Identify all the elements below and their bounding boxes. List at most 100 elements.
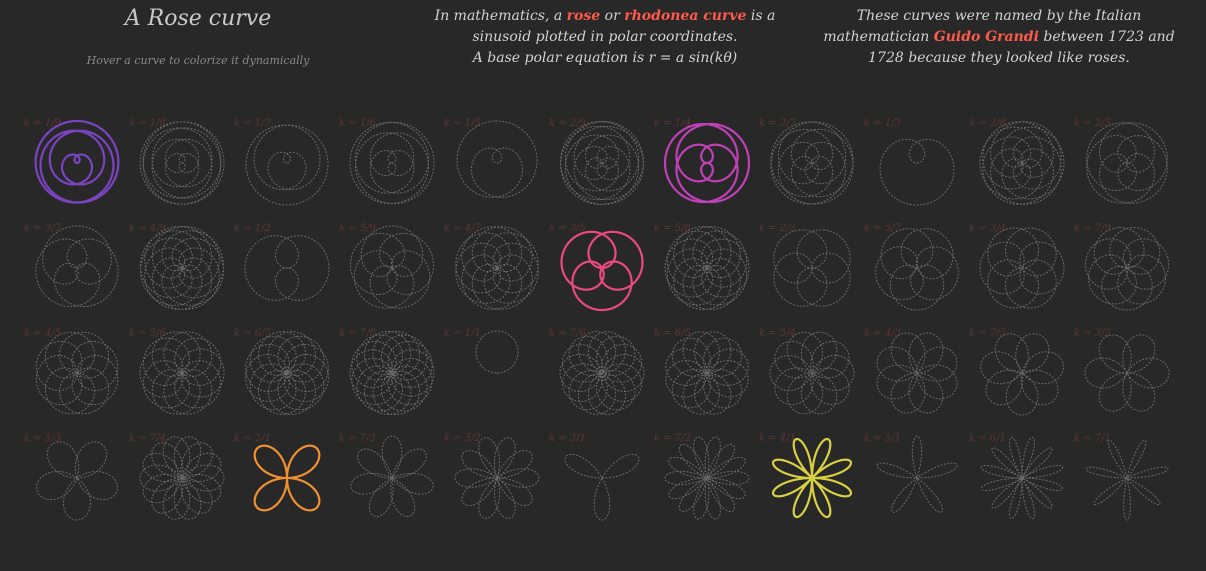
rose-curve-path[interactable]	[35, 225, 119, 307]
rose-curve-path[interactable]	[349, 225, 435, 309]
rose-curve-cell[interactable]: k = 6/1	[969, 433, 1064, 520]
rose-curve-cell[interactable]: k = 1/8	[129, 118, 225, 205]
rose-curve-path[interactable]	[1085, 439, 1169, 521]
rose-curve-cell[interactable]: k = 3/2	[1074, 328, 1170, 412]
rose-curve-cell[interactable]: k = 2/3	[759, 223, 851, 307]
k-label: k = 1/3	[864, 118, 901, 129]
rose-curve-cell[interactable]: k = 5/3	[24, 433, 118, 521]
rose-curve-path[interactable]	[559, 331, 645, 415]
rose-curve-cell[interactable]: k = 4/5	[24, 328, 119, 415]
rose-curve-path[interactable]	[349, 330, 435, 416]
rose-curve-cell[interactable]: k = 3/7	[24, 223, 119, 307]
rose-curve-path[interactable]	[980, 333, 1064, 416]
rose-curve-path[interactable]	[663, 122, 751, 204]
rose-curve-cell[interactable]: k = 7/4	[129, 433, 225, 520]
rose-curve-cell[interactable]: k = 2/1	[234, 433, 321, 512]
k-label: k = 2/5	[1074, 118, 1111, 129]
rose-curve-cell[interactable]: k = 7/3	[339, 433, 434, 517]
rose-curve-path[interactable]	[876, 332, 958, 414]
rose-curve-cell[interactable]: k = 7/8	[339, 328, 435, 416]
rose-curve-cell[interactable]: k = 1/7	[234, 118, 329, 206]
rose-curve-cell[interactable]: k = 1/6	[339, 118, 435, 205]
rose-curve-path[interactable]	[876, 435, 958, 513]
rose-curve-cell[interactable]: k = 1/9	[24, 118, 120, 204]
rose-curve-path[interactable]	[773, 229, 851, 307]
rose-curve-cell[interactable]: k = 3/1	[549, 433, 640, 521]
rose-curve-path[interactable]	[139, 436, 225, 520]
rose-curve-cell[interactable]: k = 7/2	[654, 433, 750, 520]
rose-curve-path[interactable]	[979, 227, 1065, 309]
rose-curve-path[interactable]	[139, 121, 225, 205]
rose-curve-path[interactable]	[665, 331, 749, 415]
rose-curve-path[interactable]	[140, 226, 224, 310]
rose-curve-cell[interactable]: k = 7/1	[1074, 433, 1169, 521]
rose-curve-cell[interactable]: k = 5/1	[864, 433, 958, 513]
rose-curve-path[interactable]	[253, 444, 321, 512]
rose-curve-path[interactable]	[350, 435, 434, 517]
k-label: k = 5/4	[759, 328, 796, 339]
rose-curve-cell[interactable]: k = 1/1	[444, 328, 519, 374]
rose-curve-path[interactable]	[475, 330, 519, 374]
rose-curve-path[interactable]	[769, 331, 855, 415]
rose-curve-path[interactable]	[564, 453, 640, 521]
rose-curve-path[interactable]	[456, 120, 538, 198]
rose-curve-cell[interactable]: k = 1/3	[864, 118, 955, 206]
rose-curve-cell[interactable]: k = 3/5	[549, 223, 644, 312]
rose-curve-path[interactable]	[455, 226, 539, 310]
rose-curve-cell[interactable]: k = 4/3	[864, 328, 958, 414]
rose-curve-path[interactable]	[35, 331, 119, 415]
rose-curve-cell[interactable]: k = 4/9	[129, 223, 224, 310]
rose-curve-cell[interactable]: k = 5/2	[444, 433, 540, 519]
rose-curve-path[interactable]	[979, 121, 1065, 205]
k-label: k = 6/5	[654, 328, 691, 339]
rose-curve-cell[interactable]: k = 1/4	[654, 118, 751, 204]
rose-curve-path[interactable]	[664, 436, 750, 520]
rose-curve-grid: k = 1/9 k = 1/8 k = 1/7 k = 1/6 k = 1/5 k = 2…	[24, 118, 1170, 521]
rose-curve-cell[interactable]: k = 1/5	[444, 118, 538, 198]
k-label: k = 5/9	[339, 223, 377, 234]
rose-curve-path[interactable]	[1086, 122, 1168, 204]
rose-curve-cell[interactable]: k = 5/7	[864, 223, 959, 311]
rose-curve-cell[interactable]: k = 3/4	[969, 223, 1065, 309]
rose-curve-path[interactable]	[454, 437, 540, 519]
rose-curve-path[interactable]	[34, 119, 120, 204]
rose-curve-cell[interactable]: k = 7/5	[969, 328, 1064, 416]
k-label: k = 5/1	[864, 433, 901, 444]
rose-curve-path[interactable]	[1084, 227, 1170, 311]
rose-curve-path[interactable]	[771, 437, 853, 519]
rose-curve-path[interactable]	[245, 124, 329, 206]
rose-curve-cell[interactable]: k = 6/7	[234, 328, 329, 415]
rose-curve-cell[interactable]: k = 7/6	[549, 328, 645, 415]
rose-curve-cell[interactable]: k = 2/5	[1074, 118, 1168, 204]
k-label: k = 7/9	[1074, 223, 1112, 234]
rose-curve-cell[interactable]: k = 5/8	[654, 223, 750, 310]
rose-curve-cell[interactable]: k = 3/8	[969, 118, 1065, 205]
rose-curve-cell[interactable]: k = 2/9	[549, 118, 644, 205]
rose-curve-path[interactable]	[879, 138, 955, 206]
rose-curve-cell[interactable]: k = 2/7	[759, 118, 854, 205]
rose-curve-path[interactable]	[139, 331, 225, 415]
k-label: k = 2/9	[549, 118, 587, 129]
rose-curve-path[interactable]	[980, 436, 1064, 520]
rose-curve-path[interactable]	[664, 226, 750, 310]
rose-curve-path[interactable]	[244, 235, 330, 301]
rose-curve-path[interactable]	[560, 230, 644, 312]
k-label: k = 4/3	[864, 328, 901, 339]
rose-curve-path[interactable]	[560, 121, 644, 205]
rose-curve-cell[interactable]: k = 7/9	[1074, 223, 1170, 311]
rose-curve-cell[interactable]: k = 1/2	[234, 223, 330, 301]
rose-curve-cell[interactable]: k = 6/5	[654, 328, 749, 415]
rose-curve-cell[interactable]: k = 5/9	[339, 223, 435, 309]
rose-curve-cell[interactable]: k = 4/1	[759, 433, 853, 519]
rose-curve-cell[interactable]: k = 5/6	[129, 328, 225, 415]
k-label: k = 7/1	[1074, 433, 1111, 444]
rose-curve-cell[interactable]: k = 5/4	[759, 328, 855, 415]
rose-curve-path[interactable]	[36, 441, 118, 521]
rose-curve-path[interactable]	[245, 331, 329, 415]
rose-curve-path[interactable]	[1084, 334, 1170, 412]
rose-curve-path[interactable]	[349, 121, 435, 205]
rose-curve-path[interactable]	[770, 121, 854, 205]
k-label: k = 7/3	[339, 433, 376, 444]
rose-curve-path[interactable]	[875, 228, 959, 311]
rose-curve-cell[interactable]: k = 4/7	[444, 223, 539, 310]
